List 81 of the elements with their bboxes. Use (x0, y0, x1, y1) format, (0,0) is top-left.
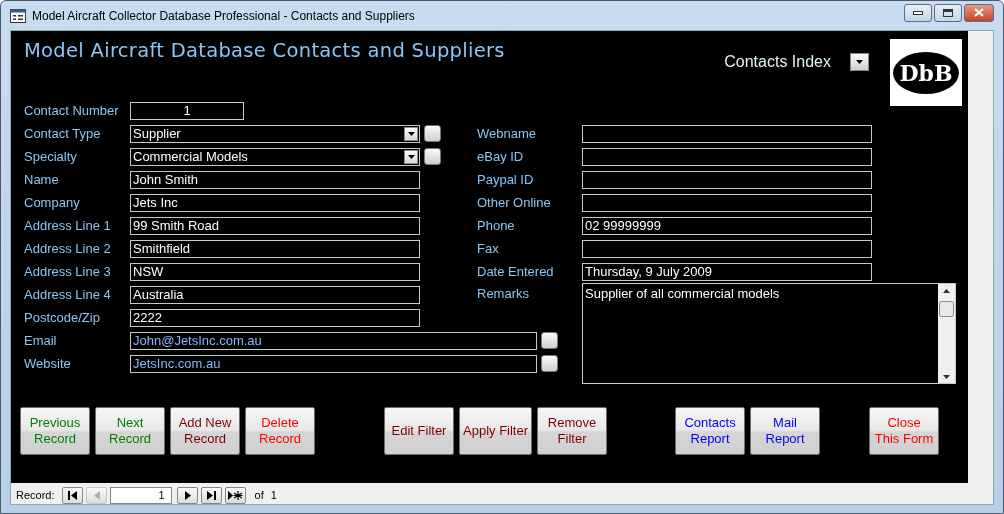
text-field[interactable] (582, 124, 872, 143)
side-button[interactable] (541, 332, 558, 349)
minimize-button[interactable] (904, 3, 932, 22)
text-field[interactable]: Australia (130, 285, 420, 304)
new-record-icon (227, 489, 243, 501)
side-button[interactable] (541, 355, 558, 372)
close-icon (974, 8, 984, 17)
skip-end-icon (205, 489, 217, 501)
text-field[interactable] (582, 147, 872, 166)
last-record-button[interactable] (200, 486, 222, 504)
text-field[interactable] (582, 170, 872, 189)
field-label: Name (24, 172, 60, 187)
text-field[interactable]: NSW (130, 262, 420, 281)
field-label: Address Line 4 (24, 287, 112, 302)
maximize-button[interactable] (934, 3, 962, 22)
field-label: Contact Type (24, 126, 102, 141)
text-field[interactable] (582, 239, 872, 258)
caret-icon (407, 154, 415, 159)
side-button[interactable] (424, 125, 441, 142)
dropdown-field[interactable]: Supplier (130, 124, 420, 143)
dropdown-field[interactable]: Commercial Models (130, 147, 420, 166)
field-label: Website (24, 356, 72, 371)
form-icon (10, 8, 26, 23)
command-button[interactable]: Apply Filter (459, 407, 533, 455)
next-record-button[interactable] (176, 486, 198, 504)
close-button[interactable] (964, 3, 994, 22)
field-label: Address Line 3 (24, 264, 112, 279)
text-field[interactable]: 99 Smith Road (130, 216, 420, 235)
field-label: Address Line 1 (24, 218, 112, 233)
field-label: Date Entered (477, 264, 555, 279)
command-button[interactable]: Next Record (95, 407, 165, 455)
index-label: Contacts Index (724, 53, 831, 71)
text-field[interactable] (582, 193, 872, 212)
command-button[interactable]: Previous Record (20, 407, 90, 455)
text-field[interactable]: 2222 (130, 308, 420, 327)
field-label: Remarks (477, 285, 530, 303)
dropdown-button[interactable] (404, 149, 418, 164)
scrollbar[interactable] (938, 284, 955, 383)
maximize-icon (943, 8, 953, 17)
record-total: 1 (270, 489, 277, 501)
field-label: Email (24, 333, 58, 348)
of-label: of (254, 489, 264, 501)
field-label: eBay ID (477, 149, 525, 164)
command-button[interactable]: Remove Filter (537, 407, 608, 455)
dropdown-button[interactable] (404, 126, 418, 141)
command-button[interactable]: Add New Record (170, 407, 240, 455)
caret-icon (856, 60, 863, 64)
field-label: Fax (477, 241, 500, 256)
command-button[interactable]: Mail Report (750, 407, 821, 455)
text-field[interactable]: Smithfield (130, 239, 420, 258)
text-field[interactable]: John Smith (130, 170, 420, 189)
field-label: Specialty (24, 149, 78, 164)
form-heading: Model Aircraft Database Contacts and Suppliers (24, 39, 506, 62)
field-label: Company (24, 195, 81, 210)
field-label: Webname (477, 126, 537, 141)
record-number-field[interactable]: 1 (109, 486, 172, 504)
dropdown-button[interactable] (850, 53, 869, 71)
text-field[interactable]: Jets Inc (130, 193, 420, 212)
logo: DbB (890, 39, 962, 106)
number-field[interactable]: 1 (130, 101, 244, 120)
field-label: Contact Number (24, 103, 120, 118)
field-label: Paypal ID (477, 172, 535, 187)
link-field[interactable]: John@JetsInc.com.au (130, 331, 537, 350)
field-label: Phone (477, 218, 516, 233)
first-record-button[interactable] (61, 486, 83, 504)
link-field[interactable]: JetsInc.com.au (130, 354, 537, 373)
text-field[interactable]: Thursday, 9 July 2009 (582, 262, 872, 281)
side-button[interactable] (424, 148, 441, 165)
caret-icon (407, 131, 415, 136)
command-button[interactable]: Edit Filter (384, 407, 454, 455)
skip-start-icon (66, 489, 78, 501)
field-label: Postcode/Zip (24, 310, 101, 325)
field-label: Other Online (477, 195, 552, 210)
field-label: Address Line 2 (24, 241, 112, 256)
command-button[interactable]: Contacts Report (675, 407, 746, 455)
record-label: Record: (16, 489, 55, 501)
window-title: Model Aircraft Collector Database Professional - Contacts and Suppliers (32, 8, 416, 23)
remarks-field[interactable]: Supplier of all commercial models (582, 283, 956, 384)
minimize-icon (913, 10, 923, 15)
new-record-button[interactable] (224, 486, 246, 504)
text-field[interactable]: 02 99999999 (582, 216, 872, 235)
